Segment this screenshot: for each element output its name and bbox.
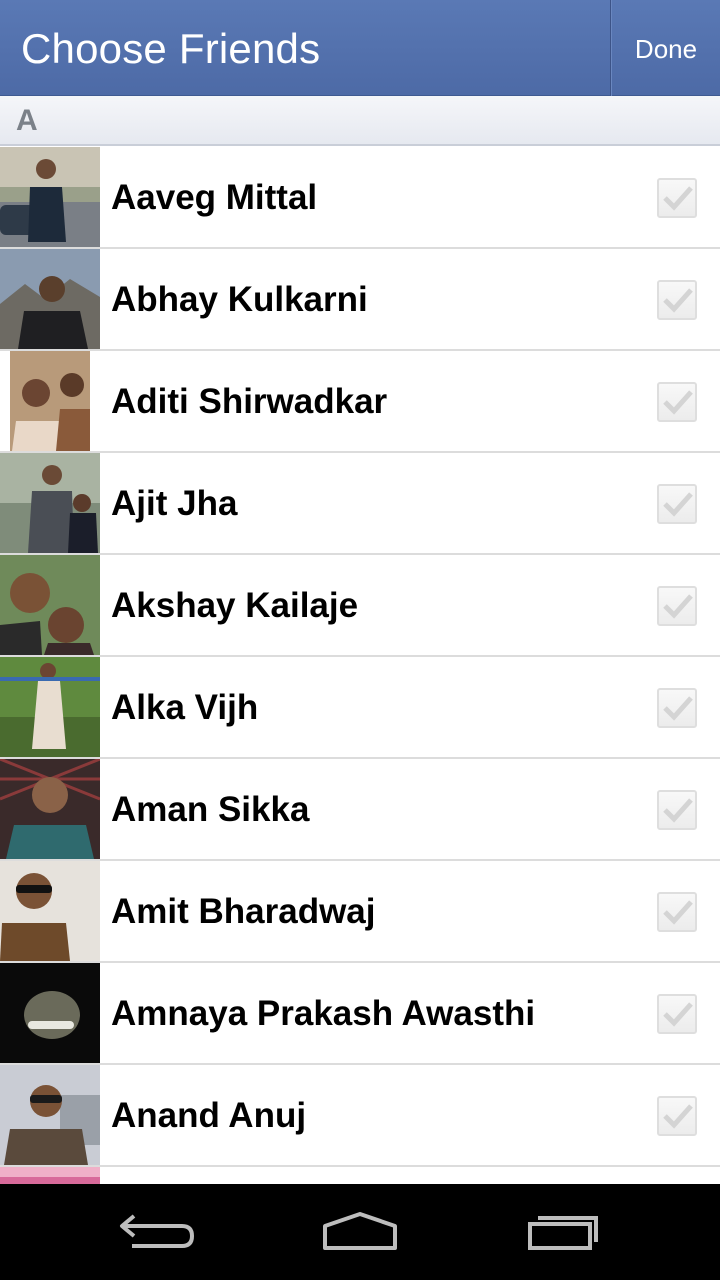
home-button[interactable] [312,1206,408,1260]
avatar [0,1167,100,1184]
avatar [0,963,100,1063]
avatar [0,147,100,247]
avatar [0,249,100,349]
avatar [0,555,100,655]
select-checkbox[interactable] [657,586,697,626]
avatar [0,657,100,757]
back-icon [120,1214,195,1248]
select-checkbox[interactable] [657,280,697,320]
select-checkbox[interactable] [657,994,697,1034]
recent-apps-button[interactable] [512,1206,608,1260]
friends-list[interactable]: Aaveg Mittal Abhay Kulkarni Aditi Shirwa… [0,147,720,1184]
friend-name: Alka Vijh [111,688,259,727]
friend-row[interactable]: Alka Vijh [0,657,720,759]
recent-apps-icon [528,1216,598,1250]
section-letter: A [16,104,38,137]
select-checkbox[interactable] [657,688,697,728]
system-navigation-bar [0,1184,720,1280]
avatar [0,861,100,961]
friend-name: Aaveg Mittal [111,178,318,217]
select-checkbox[interactable] [657,790,697,830]
done-button[interactable]: Done [612,0,720,96]
friend-name: Amit Bharadwaj [111,892,376,931]
friend-name: Aditi Shirwadkar [111,382,388,421]
avatar [0,453,100,553]
friend-row[interactable]: Aaveg Mittal [0,147,720,249]
select-checkbox[interactable] [657,484,697,524]
avatar [0,1065,100,1165]
friend-row[interactable]: Amit Bharadwaj [0,861,720,963]
page-title: Choose Friends [21,25,321,72]
friend-name: Anand Anuj [111,1096,307,1135]
friend-name: Aman Sikka [111,790,310,829]
friend-row[interactable] [0,1167,720,1184]
friend-row[interactable]: Aman Sikka [0,759,720,861]
avatar [0,351,100,451]
select-checkbox[interactable] [657,382,697,422]
avatar [0,759,100,859]
select-checkbox[interactable] [657,892,697,932]
friend-name: Ajit Jha [111,484,238,523]
friend-name: Akshay Kailaje [111,586,359,625]
friend-row[interactable]: Aditi Shirwadkar [0,351,720,453]
friend-row[interactable]: Akshay Kailaje [0,555,720,657]
done-divider [610,0,611,96]
action-bar: Choose Friends Done [0,0,720,96]
friend-row[interactable]: Ajit Jha [0,453,720,555]
home-icon [323,1212,397,1250]
select-checkbox[interactable] [657,1096,697,1136]
select-checkbox[interactable] [657,178,697,218]
friend-name: Abhay Kulkarni [111,280,368,319]
back-button[interactable] [112,1206,208,1260]
friend-row[interactable]: Amnaya Prakash Awasthi [0,963,720,1065]
friend-row[interactable]: Abhay Kulkarni [0,249,720,351]
friend-name: Amnaya Prakash Awasthi [111,994,536,1033]
friend-row[interactable]: Anand Anuj [0,1065,720,1167]
section-header: A [0,96,720,146]
